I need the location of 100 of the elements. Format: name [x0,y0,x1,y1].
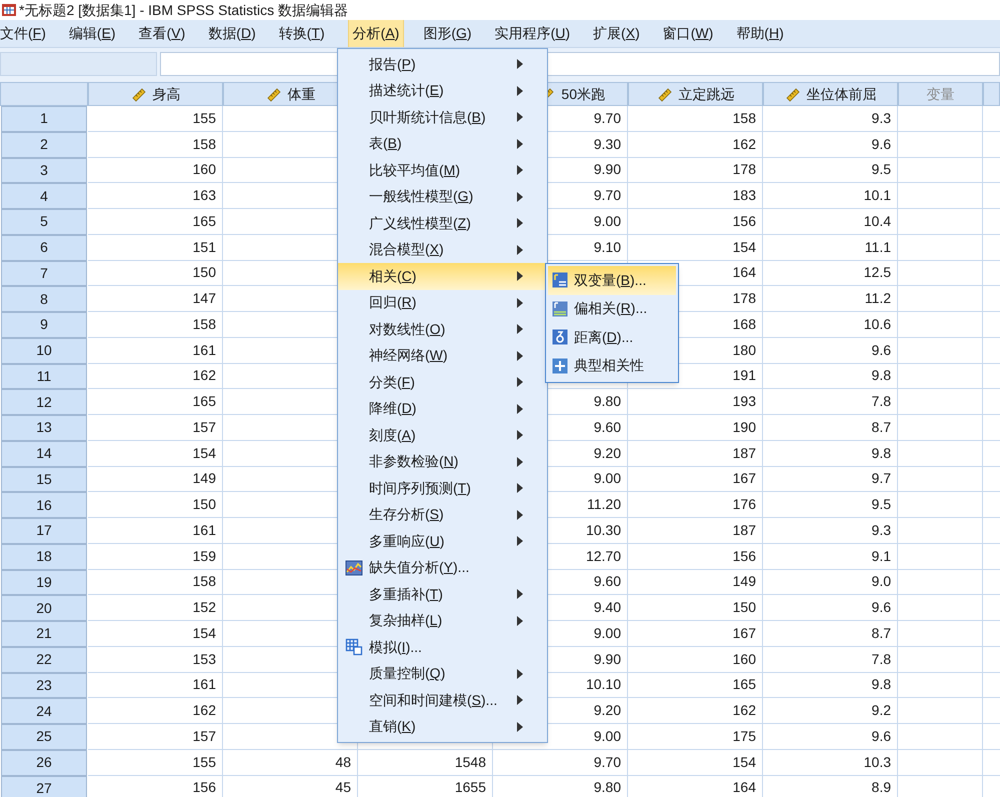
table-cell: 153 [88,646,223,672]
row-number[interactable]: 16 [1,492,87,518]
submenu-arrow-icon [517,271,523,282]
table-cell: 155 [88,106,223,132]
table-cell: 161 [88,518,223,544]
table-cell: 150 [628,595,763,621]
row-number[interactable]: 2 [1,132,87,158]
column-header[interactable]: 立定跳远 [628,82,763,106]
row-number[interactable]: 24 [1,698,87,724]
ruler-icon [656,86,672,102]
menu-bar-item[interactable]: 查看(V) [138,20,186,47]
menu-bar-item[interactable]: 文件(F) [0,20,46,47]
menu-item[interactable]: 相关(C) [338,263,547,290]
table-cell: 167 [628,621,763,647]
row-number[interactable]: 20 [1,595,87,621]
ruler-icon [784,86,800,102]
plus-icon [552,358,568,374]
row-number[interactable]: 18 [1,544,87,570]
table-cell: 11.1 [763,234,898,260]
ruler-icon [266,86,282,102]
table-cell: 45 [223,776,358,797]
table-cell: 48 [223,750,358,776]
submenu-arrow-icon [517,138,523,149]
table-cell: 10.4 [763,209,898,235]
column-header[interactable] [983,82,1000,106]
row-number[interactable]: 13 [1,415,87,441]
column-header[interactable]: 坐位体前屈 [763,82,898,106]
table-cell: 9.3 [763,106,898,132]
menu-bar-item[interactable]: 帮助(H) [736,20,784,47]
row-number[interactable]: 11 [1,364,87,390]
menu-bar-item[interactable]: 编辑(E) [68,20,116,47]
row-number[interactable]: 3 [1,158,87,184]
row-number[interactable]: 7 [1,260,87,286]
table-cell: 9.5 [763,158,898,184]
delta-icon [552,329,568,346]
menu-item[interactable]: 双变量(B)... [548,266,676,294]
table-cell: 8.7 [763,415,898,441]
table-cell: 9.3 [763,518,898,544]
row-number[interactable]: 6 [1,234,87,260]
submenu-arrow-icon [517,536,523,546]
grid-icon [344,638,362,656]
submenu-arrow-icon [517,616,523,626]
table-cell: 9.1 [763,544,898,570]
table-cell: 165 [628,672,763,698]
submenu-arrow-icon [517,456,523,467]
menu-bar-item[interactable]: 转换(T) [278,20,325,47]
chart-icon [344,558,362,577]
row-number[interactable]: 27 [1,776,87,797]
submenu-arrow-icon [517,324,523,334]
table-cell: 160 [88,158,223,184]
row-number[interactable]: 22 [1,646,87,672]
menu-bar-item[interactable]: 窗口(W) [662,20,714,47]
table-cell: 152 [88,595,223,621]
table-cell: 157 [88,415,223,441]
table-cell: 9.70 [493,750,628,776]
row-number[interactable]: 10 [1,338,87,364]
table-cell: 167 [628,466,763,492]
table-cell: 10.6 [763,312,898,338]
menu-item[interactable]: 对数线性(O) [338,316,547,342]
row-number[interactable]: 19 [1,570,87,596]
menu-bar-item[interactable]: 分析(A) [348,20,404,47]
menu-bar-item[interactable]: 实用程序(U) [494,20,570,47]
table-cell: 154 [88,440,223,466]
table-cell: 155 [88,750,223,776]
table-cell: 9.8 [763,672,898,698]
row-number[interactable]: 8 [1,286,87,312]
submenu-arrow-icon [517,510,523,520]
row-number[interactable]: 21 [1,621,87,647]
submenu-arrow-icon [517,589,523,600]
cell-name-box[interactable] [0,52,157,76]
menu-item[interactable]: 神经网络(W) [338,342,547,369]
table-cell: 190 [628,415,763,441]
row-number[interactable]: 5 [1,209,87,235]
table-cell: 9.6 [763,132,898,158]
row-number[interactable]: 1 [1,106,87,132]
table-cell: 9.0 [763,570,898,596]
row-number[interactable]: 23 [1,672,87,698]
row-number[interactable]: 9 [1,312,87,338]
row-number[interactable]: 15 [1,466,87,492]
menu-item[interactable]: 回归(R) [338,290,547,316]
table-cell: 154 [88,621,223,647]
row-number[interactable]: 14 [1,440,87,466]
row-number[interactable]: 12 [1,389,87,415]
table-cell: 149 [628,570,763,596]
menu-bar-item[interactable]: 扩展(X) [593,20,640,47]
table-cell: 165 [88,389,223,415]
row-number[interactable]: 4 [1,183,87,209]
row-number[interactable]: 25 [1,724,87,750]
table-cell: 154 [628,234,763,260]
menu-item[interactable]: 报告(P) [338,51,547,78]
table-cell: 11.2 [763,286,898,312]
row-number[interactable]: 17 [1,518,87,544]
column-header[interactable]: 身高 [88,82,223,106]
table-cell: 165 [88,209,223,235]
table-cell: 193 [628,389,763,415]
row-number[interactable]: 26 [1,750,87,776]
table-cell: 9.2 [763,698,898,724]
menu-bar-item[interactable]: 数据(D) [208,20,256,47]
menu-bar-item[interactable]: 图形(G) [423,20,472,47]
submenu-arrow-icon [517,165,523,176]
